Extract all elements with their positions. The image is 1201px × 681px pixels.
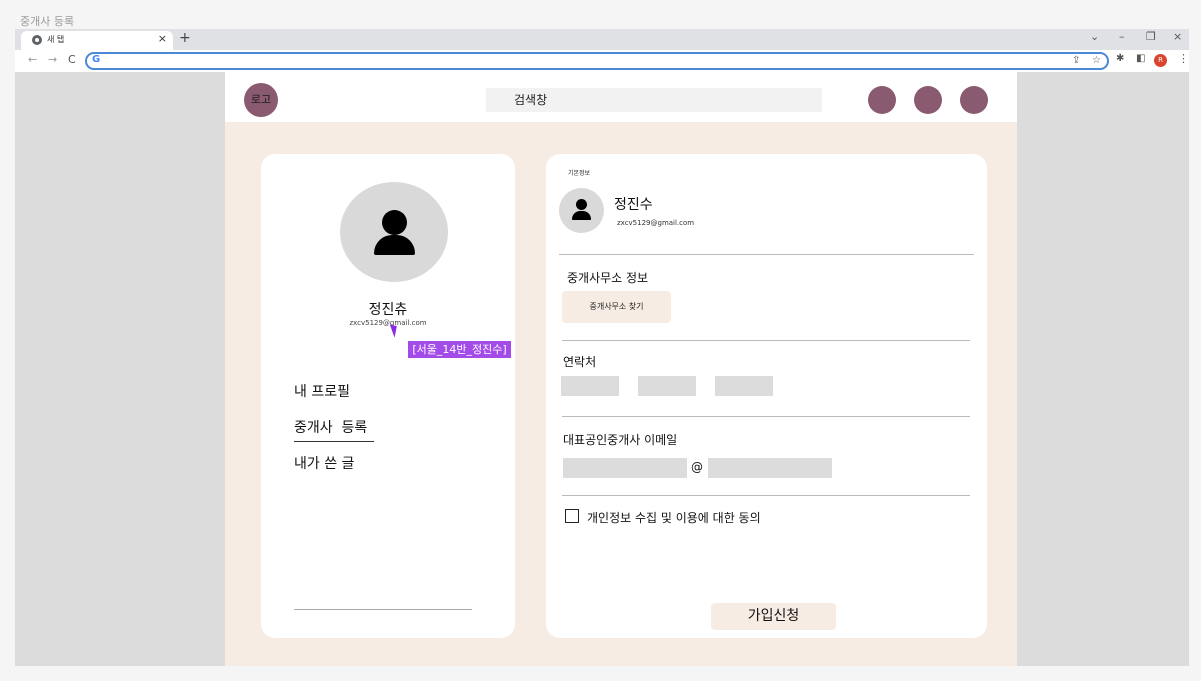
tab-close-icon[interactable]: × xyxy=(158,32,167,45)
phone-field-2[interactable] xyxy=(638,376,696,396)
close-window-button[interactable]: × xyxy=(1173,30,1182,43)
browser-window: 새 탭 × + ⌄ – ❐ × ← → C G ⇪ ☆ ✱ ◧ R ⋮ 로고 검… xyxy=(15,29,1189,666)
new-tab-button[interactable]: + xyxy=(179,30,191,46)
profile-email: zxcv5129@gmail.com xyxy=(349,319,427,327)
sidebar-item-my-profile[interactable]: 내 프로필 xyxy=(294,381,350,401)
share-icon[interactable]: ⇪ xyxy=(1072,55,1080,66)
user-tooltip: [서울_14반_정진수] xyxy=(408,341,511,358)
email-domain-field[interactable] xyxy=(708,458,832,478)
google-icon: G xyxy=(92,54,101,65)
rep-email-label: 대표공인중개사 이메일 xyxy=(563,433,678,447)
registration-form: 기본정보 정진수 zxcv5129@gmail.com 중개사무소 정보 중개사… xyxy=(546,154,987,638)
profile-avatar[interactable]: R xyxy=(1154,54,1167,67)
contact-label: 연락처 xyxy=(563,355,597,369)
chrome-icon xyxy=(32,35,42,45)
web-page: 로고 검색창 정진츄 zxcv5129@gmail.com 내 프로필 중개사 … xyxy=(225,72,1017,666)
sidebar-item-broker-registration[interactable]: 중개사 등록 xyxy=(294,417,367,437)
person-icon xyxy=(382,210,407,235)
navigation-bar: ← → C G ⇪ ☆ ✱ ◧ R ⋮ xyxy=(15,50,1189,72)
extensions-icon[interactable]: ✱ xyxy=(1116,53,1124,64)
header-icon-1[interactable] xyxy=(868,86,896,114)
minimize-button[interactable]: – xyxy=(1119,30,1125,43)
forward-button[interactable]: → xyxy=(48,53,57,66)
find-office-button[interactable]: 중개사무소 찾기 xyxy=(562,291,671,323)
profile-name: 정진츄 xyxy=(368,302,408,318)
back-button[interactable]: ← xyxy=(28,53,37,66)
bookmark-star-icon[interactable]: ☆ xyxy=(1092,55,1101,66)
logo[interactable]: 로고 xyxy=(244,83,278,117)
divider xyxy=(559,254,974,255)
sidebar-item-my-posts[interactable]: 내가 쓴 글 xyxy=(294,453,354,473)
frame-title: 중개사 등록 xyxy=(20,15,75,28)
header-icon-3[interactable] xyxy=(960,86,988,114)
submit-button[interactable]: 가입신청 xyxy=(711,603,836,630)
phone-field-3[interactable] xyxy=(715,376,773,396)
browser-tab[interactable]: 새 탭 × xyxy=(21,31,173,50)
menu-dots-icon[interactable]: ⋮ xyxy=(1178,52,1189,65)
avatar xyxy=(559,188,604,233)
tab-title: 새 탭 xyxy=(47,35,65,44)
side-panel-icon[interactable]: ◧ xyxy=(1136,53,1145,64)
active-item-underline xyxy=(294,441,374,442)
site-header: 로고 검색창 xyxy=(225,72,1017,122)
consent-checkbox[interactable] xyxy=(565,509,579,523)
phone-field-1[interactable] xyxy=(561,376,619,396)
divider xyxy=(562,340,970,341)
tab-search-chevron-icon[interactable]: ⌄ xyxy=(1090,30,1099,43)
user-email: zxcv5129@gmail.com xyxy=(617,219,695,227)
tab-bar: 새 탭 × + ⌄ – ❐ × xyxy=(15,29,1189,50)
email-local-field[interactable] xyxy=(563,458,687,478)
section-title-basic-info: 기본정보 xyxy=(568,170,591,177)
maximize-button[interactable]: ❐ xyxy=(1146,30,1156,43)
user-name: 정진수 xyxy=(614,197,653,213)
reload-button[interactable]: C xyxy=(68,53,76,66)
divider xyxy=(562,495,970,496)
at-symbol: @ xyxy=(691,460,703,474)
avatar xyxy=(340,182,448,282)
consent-label[interactable]: 개인정보 수집 및 이용에 대한 동의 xyxy=(587,509,761,526)
header-icon-2[interactable] xyxy=(914,86,942,114)
address-bar[interactable]: G ⇪ ☆ xyxy=(85,52,1109,70)
profile-sidebar: 정진츄 zxcv5129@gmail.com 내 프로필 중개사 등록 내가 쓴… xyxy=(261,154,515,638)
office-info-label: 중개사무소 정보 xyxy=(567,271,649,285)
divider xyxy=(294,609,472,610)
person-icon xyxy=(576,199,587,210)
divider xyxy=(562,416,970,417)
search-input[interactable]: 검색창 xyxy=(486,88,822,112)
